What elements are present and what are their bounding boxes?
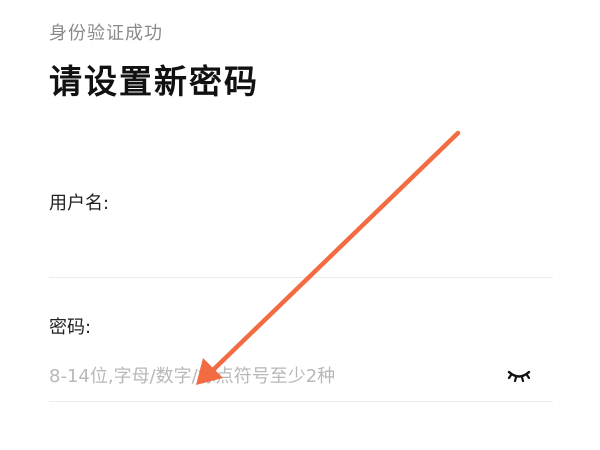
password-divider	[49, 401, 553, 402]
page-title: 请设置新密码	[49, 62, 259, 101]
reset-password-screen: 身份验证成功 请设置新密码 用户名: 密码:	[0, 0, 600, 450]
eye-closed-icon	[507, 370, 531, 383]
username-label: 用户名:	[49, 193, 110, 214]
password-input[interactable]	[49, 359, 499, 393]
password-label: 密码:	[49, 317, 92, 338]
password-visibility-toggle[interactable]	[506, 364, 532, 386]
username-divider	[49, 277, 553, 278]
verification-success-text: 身份验证成功	[49, 23, 163, 44]
username-input[interactable]	[49, 230, 499, 264]
